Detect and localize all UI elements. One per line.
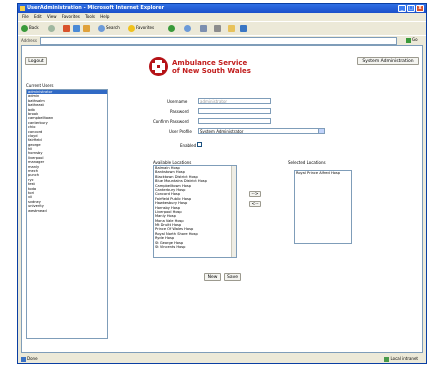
available-location-item[interactable]: St Vincents Hosp (154, 245, 236, 249)
menu-edit[interactable]: Edit (34, 14, 42, 19)
forward-button[interactable] (48, 24, 56, 32)
address-bar: Address Go (18, 35, 426, 45)
favorites-button[interactable]: Favorites (128, 24, 154, 32)
close-button[interactable]: x (416, 5, 424, 12)
folder-icon (228, 24, 235, 32)
star-icon (128, 24, 135, 32)
address-label: Address (21, 38, 37, 43)
menu-view[interactable]: View (47, 14, 57, 19)
brand-line1: Ambulance Service (172, 59, 248, 67)
user-profile-select[interactable]: System Administrator (198, 128, 325, 134)
selected-location-item[interactable]: Royal Prince Alfred Hosp (295, 171, 351, 175)
messenger-button[interactable] (240, 24, 248, 32)
current-users-list[interactable]: administrator admin bathsalm batheast bdb bro… (26, 89, 108, 339)
messenger-icon (240, 24, 247, 32)
enabled-label: Enabled (180, 143, 197, 148)
print-icon (214, 24, 221, 32)
logout-button[interactable]: Logout (25, 57, 47, 65)
title-bar: UserAdministration - Microsoft Internet … (18, 4, 426, 13)
remove-location-button[interactable]: <-- (249, 201, 261, 207)
available-locations-list[interactable]: Balmain Hosp Bankstown Hosp Blacktown Dist… (153, 165, 237, 258)
ie-icon (20, 6, 25, 11)
user-profile-label: User Profile (169, 129, 192, 134)
media-button[interactable] (168, 24, 176, 32)
status-text: Done (27, 356, 38, 361)
chevron-down-icon (318, 129, 324, 133)
menu-bar: File Edit View Favorites Tools Help (18, 13, 426, 20)
window-title: UserAdministration - Microsoft Internet … (27, 5, 165, 11)
menu-tools[interactable]: Tools (85, 14, 95, 19)
stop-icon (63, 24, 70, 32)
search-icon (98, 24, 105, 32)
mail-button[interactable] (200, 24, 208, 32)
logo-emblem-icon (149, 57, 168, 76)
home-icon (83, 24, 90, 32)
media-icon (168, 24, 175, 32)
back-icon (21, 24, 28, 32)
menu-help[interactable]: Help (100, 14, 109, 19)
history-icon (184, 24, 191, 32)
available-scrollbar[interactable] (231, 166, 236, 257)
selected-locations-label: Selected Locations (288, 160, 326, 165)
history-button[interactable] (184, 24, 192, 32)
brand-line2: of New South Wales (172, 67, 251, 75)
user-profile-value: System Administrator (200, 129, 244, 134)
go-arrow-icon (406, 37, 411, 43)
page-content: Logout System Administration Ambulance S… (21, 45, 423, 353)
user-list-item[interactable]: westmead (27, 209, 107, 213)
print-button[interactable] (214, 24, 222, 32)
confirm-password-label: Confirm Password (153, 119, 189, 124)
minimize-button[interactable]: _ (398, 5, 406, 12)
new-button[interactable]: New (204, 273, 221, 281)
refresh-button[interactable] (73, 24, 81, 32)
stop-button[interactable] (63, 24, 71, 32)
zone-indicator: Local intranet (381, 355, 418, 363)
system-admin-button[interactable]: System Administration (357, 57, 419, 65)
search-button[interactable]: Search (98, 24, 120, 32)
maximize-button[interactable]: □ (407, 5, 415, 12)
back-button[interactable]: Back (21, 24, 39, 32)
address-input[interactable] (40, 37, 397, 45)
confirm-password-field[interactable] (198, 118, 271, 124)
intranet-icon (384, 356, 390, 362)
selected-locations-list[interactable]: Royal Prince Alfred Hosp (294, 170, 352, 244)
menu-file[interactable]: File (22, 14, 29, 19)
forward-icon (48, 24, 55, 32)
username-label: Username (167, 99, 188, 104)
refresh-icon (73, 24, 80, 32)
save-button[interactable]: Save (224, 273, 241, 281)
status-bar: Done Local intranet (18, 355, 426, 363)
browser-window: UserAdministration - Microsoft Internet … (17, 3, 427, 364)
add-location-button[interactable]: --> (249, 191, 261, 197)
password-label: Password (170, 109, 189, 114)
mail-icon (200, 24, 207, 32)
enabled-checkbox[interactable] (197, 142, 202, 147)
go-button[interactable]: Go (406, 37, 422, 43)
folder-button[interactable] (228, 24, 236, 32)
username-field[interactable]: administrator (198, 98, 271, 104)
current-users-label: Current Users (26, 83, 54, 88)
home-button[interactable] (83, 24, 91, 32)
menu-favorites[interactable]: Favorites (62, 14, 80, 19)
ie-page-icon (21, 356, 26, 362)
password-field[interactable] (198, 108, 271, 114)
toolbar: Back Search Favorites (18, 21, 426, 35)
